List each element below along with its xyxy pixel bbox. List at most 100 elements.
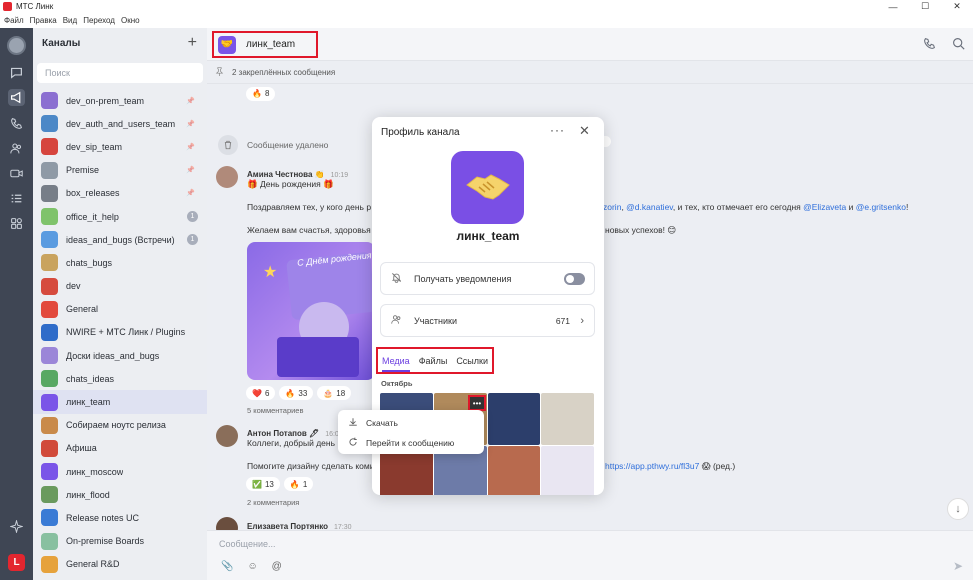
maximize-button[interactable]: ☐ [909, 0, 941, 13]
close-window-button[interactable]: ✕ [941, 0, 973, 13]
author-avatar[interactable] [216, 425, 238, 447]
thumbnail-more-button[interactable]: ••• [468, 395, 486, 411]
channel-item[interactable]: линк_flood [33, 483, 207, 506]
comments-link[interactable]: 5 комментариев [247, 406, 303, 415]
author-avatar[interactable] [216, 166, 238, 188]
media-thumbnail[interactable] [541, 393, 594, 445]
download-menu-item[interactable]: Скачать [348, 417, 398, 429]
more-options-button[interactable]: ··· [550, 123, 565, 137]
tasks-icon[interactable] [8, 190, 25, 207]
minimize-button[interactable]: — [877, 0, 909, 13]
channel-item[interactable]: General [33, 298, 207, 321]
menu-go[interactable]: Переход [83, 16, 115, 25]
channel-item[interactable]: Доски ideas_and_bugs [33, 344, 207, 367]
channel-avatar [41, 509, 58, 527]
tab-media[interactable]: Медиа [382, 356, 410, 372]
comments-link[interactable]: 2 комментария [247, 498, 299, 507]
menu-window[interactable]: Окно [121, 16, 140, 25]
channel-item[interactable]: Premise 📌 [33, 159, 207, 182]
menu-file[interactable]: Файл [4, 16, 24, 25]
url-link[interactable]: https://app.pthwy.ru/fl3u7 [605, 461, 699, 471]
reaction-chip[interactable]: 🔥 1 [283, 477, 314, 491]
message-reactions: ✅ 13 🔥 1 [246, 477, 317, 491]
menu-edit[interactable]: Правка [30, 16, 57, 25]
calls-icon[interactable] [8, 115, 25, 132]
send-icon[interactable]: ➤ [953, 559, 963, 573]
channel-avatar [41, 184, 58, 202]
message-input[interactable]: Сообщение... [219, 539, 275, 549]
channel-item[interactable]: Release notes UC [33, 506, 207, 529]
channel-item[interactable]: dev_on-prem_team 📌 [33, 89, 207, 112]
megaphone-icon[interactable] [8, 89, 25, 106]
tab-links[interactable]: Ссылки [456, 356, 488, 366]
message-author[interactable]: Амина Честнова 👏 [247, 170, 325, 179]
birthday-image[interactable]: С Днём рождения ★ [247, 242, 375, 380]
pinned-messages-text: 2 закреплённых сообщения [232, 68, 336, 77]
channel-item[interactable]: NWIRE + МТС Линк / Plugins [33, 321, 207, 344]
mention-icon[interactable]: @ [272, 561, 282, 572]
reaction-chip[interactable]: 🔥 33 [279, 386, 314, 400]
reaction-chip[interactable]: ❤️ 6 [246, 386, 276, 400]
video-icon[interactable] [8, 165, 25, 182]
user-avatar[interactable] [7, 36, 26, 55]
deleted-message: Сообщение удалено [247, 140, 329, 150]
emoji-icon[interactable]: ☺ [247, 561, 257, 572]
pinned-messages-bar[interactable]: 2 закреплённых сообщения [207, 62, 973, 84]
star-icon: ★ [263, 264, 278, 281]
channel-item[interactable]: chats_ideas [33, 367, 207, 390]
channel-item[interactable]: Собираем ноутс релиза [33, 414, 207, 437]
mention-link[interactable]: @Elizaveta [803, 202, 846, 212]
phone-icon[interactable] [923, 37, 936, 53]
channel-title-button[interactable]: 🤝 линк_team [212, 31, 318, 58]
channel-item[interactable]: Афиша [33, 437, 207, 460]
channel-item[interactable]: ideas_and_bugs (Встречи) 1 [33, 228, 207, 251]
notifications-toggle[interactable] [564, 273, 585, 285]
top-reaction[interactable]: 🔥 8 [246, 85, 279, 101]
menu-bar: Файл Правка Вид Переход Окно [0, 13, 973, 28]
mention-link[interactable]: @e.gritsenko [856, 202, 906, 212]
channel-item[interactable]: chats_bugs [33, 251, 207, 274]
channel-item[interactable]: dev_auth_and_users_team 📌 [33, 112, 207, 135]
sparkle-icon[interactable] [8, 518, 25, 535]
channel-item[interactable]: box_releases 📌 [33, 182, 207, 205]
reaction-chip[interactable]: ✅ 13 [246, 477, 280, 491]
mts-link-logo[interactable]: L [8, 554, 25, 571]
goto-message-menu-item[interactable]: Перейти к сообщению [348, 437, 454, 449]
channel-search-input[interactable]: Поиск [37, 63, 203, 83]
pin-icon: 📌 [186, 120, 195, 128]
channel-item[interactable]: линк_team [33, 390, 207, 414]
channel-name: box_releases [66, 188, 120, 199]
close-modal-button[interactable]: ✕ [579, 123, 590, 139]
channel-item[interactable]: On-premise Boards [33, 530, 207, 553]
add-channel-button[interactable]: + [188, 34, 197, 52]
reaction-chip[interactable]: 🎂 18 [317, 386, 352, 400]
channel-avatar [41, 439, 58, 457]
channel-item[interactable]: office_it_help 1 [33, 205, 207, 228]
mention-link[interactable]: zorin [603, 202, 621, 212]
search-icon[interactable] [952, 37, 965, 53]
media-thumbnail[interactable] [487, 393, 541, 445]
channel-item[interactable]: dev [33, 275, 207, 298]
tab-files[interactable]: Файлы [419, 356, 448, 366]
notifications-row[interactable]: Получать уведомления [380, 262, 595, 295]
members-row[interactable]: Участники 671 › [380, 304, 595, 337]
menu-view[interactable]: Вид [63, 16, 77, 25]
media-thumbnail[interactable] [487, 446, 541, 495]
text-fragment: ! [905, 202, 909, 212]
message-author[interactable]: Антон Потапов 🖊 [247, 429, 319, 438]
chat-icon[interactable] [8, 64, 25, 81]
pin-icon: 📌 [186, 97, 195, 105]
apps-icon[interactable] [8, 215, 25, 232]
message-time: 16:0 [325, 431, 339, 438]
channel-name: dev_on-prem_team [66, 95, 145, 106]
scroll-down-button[interactable]: ↓ [947, 498, 969, 520]
channel-item[interactable]: dev_sip_team 📌 [33, 135, 207, 158]
channel-item[interactable]: линк_moscow [33, 460, 207, 483]
channel-item[interactable]: General R&D [33, 553, 207, 576]
mention-link[interactable]: @d.kanatiev [626, 202, 673, 212]
media-thumbnail[interactable] [541, 446, 594, 495]
text-fragment: , и тех, кто отмечает его сегодня [672, 202, 804, 212]
people-icon[interactable] [8, 140, 25, 157]
message-text: Коллеги, добрый день [247, 438, 336, 448]
attach-icon[interactable]: 📎 [221, 561, 233, 572]
